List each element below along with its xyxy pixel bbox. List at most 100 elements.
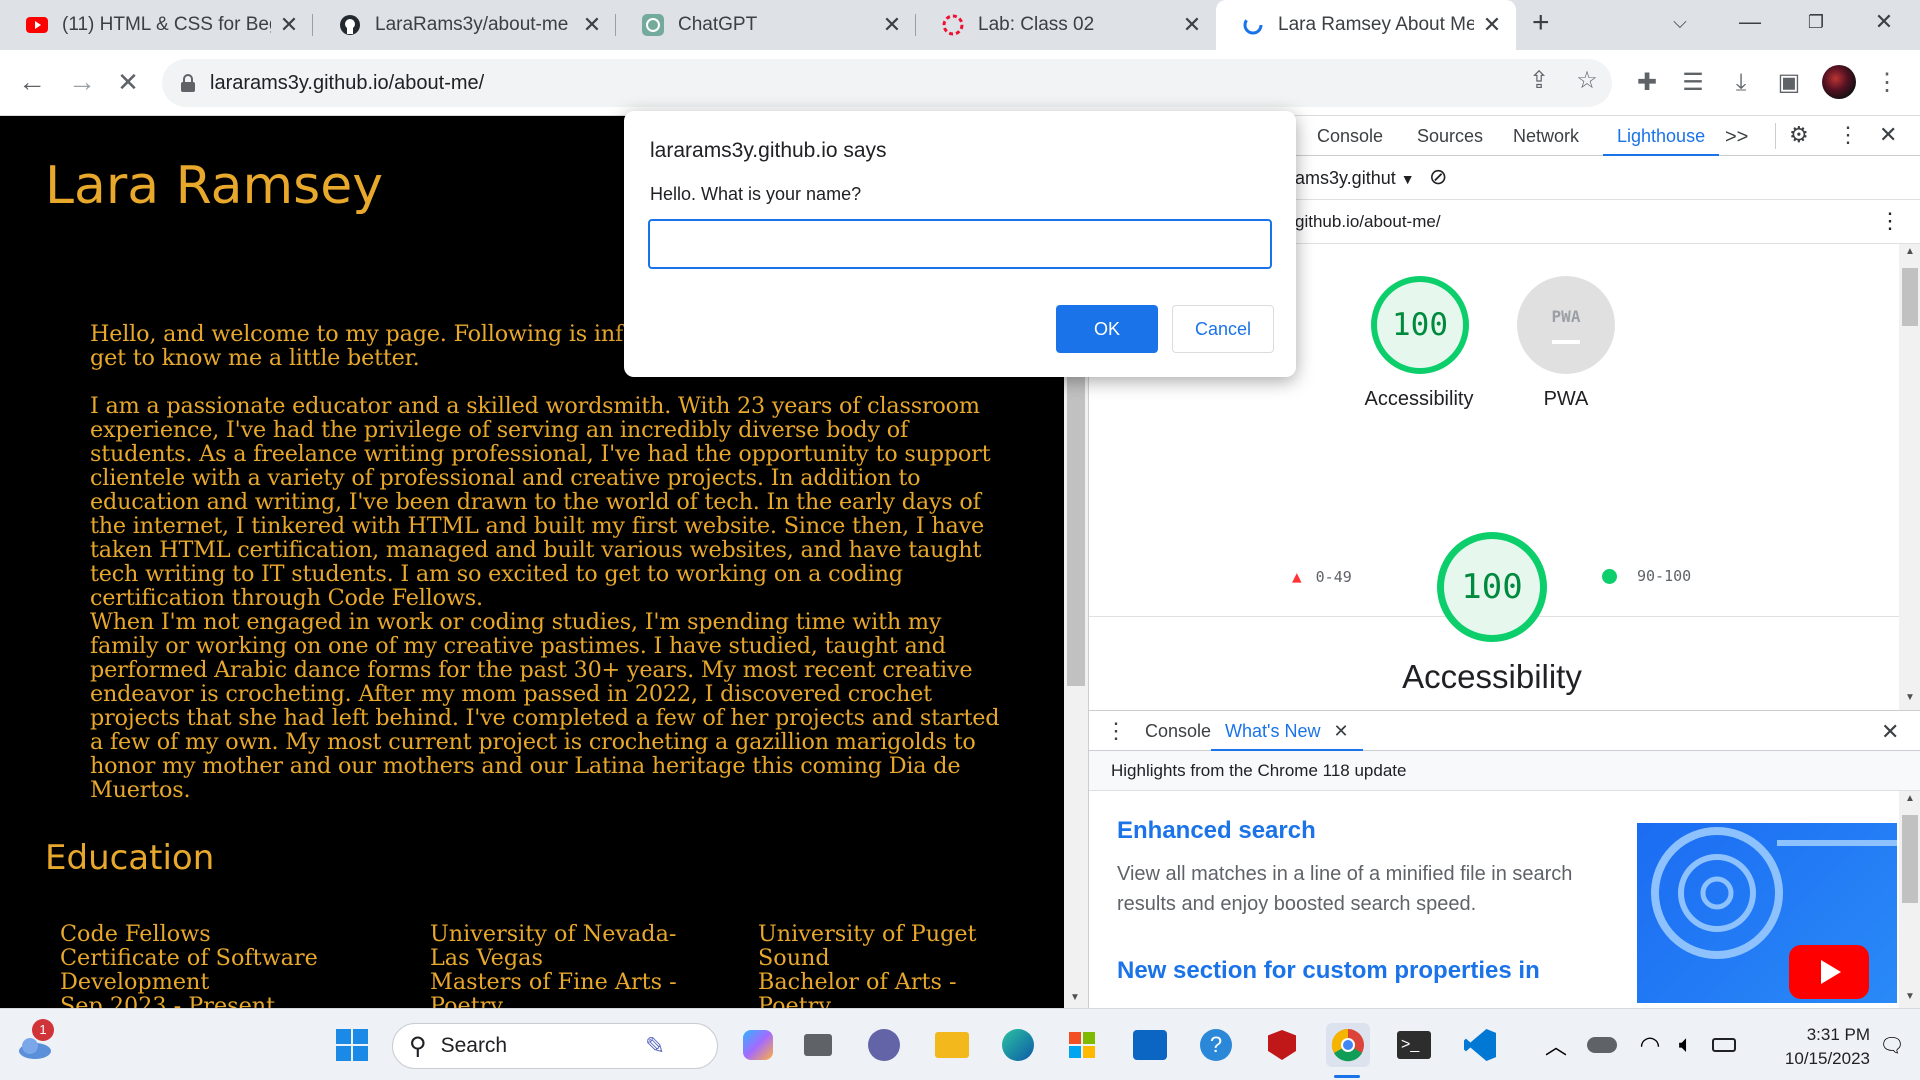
clock-date: 10/15/2023 (1784, 1049, 1870, 1068)
profile-avatar[interactable] (1822, 65, 1856, 99)
scrollbar-thumb[interactable] (1902, 815, 1918, 903)
share-icon[interactable]: ⇪ (1522, 64, 1556, 98)
show-hidden-icons[interactable]: ︿ (1534, 1023, 1578, 1067)
screen: (11) HTML & CSS for Beg ✕ LaraRams3y/abo… (0, 0, 1920, 1080)
devtools-menu-icon[interactable]: ⋮ (1837, 122, 1859, 148)
scroll-up-arrow-icon[interactable]: ▲ (1905, 793, 1915, 804)
scrollbar-thumb[interactable] (1902, 268, 1918, 326)
battery-icon[interactable] (1702, 1023, 1746, 1067)
help-icon[interactable]: ? (1194, 1023, 1238, 1067)
whats-new-header: Highlights from the Chrome 118 update (1089, 751, 1920, 791)
accessibility-score-gauge[interactable]: 100 (1371, 276, 1469, 374)
close-drawer-icon[interactable]: ✕ (1881, 719, 1899, 745)
downloads-icon[interactable]: ⤓ (1724, 66, 1758, 100)
bookmark-star-icon[interactable]: ☆ (1570, 64, 1604, 98)
lighthouse-scrollbar[interactable]: ▲ ▼ (1899, 244, 1920, 710)
menu-kebab-icon[interactable]: ⋮ (1870, 66, 1904, 100)
tab-network[interactable]: Network (1513, 126, 1579, 147)
tab-search-chevron-icon[interactable]: ⌵ (1650, 0, 1710, 50)
mcafee-icon[interactable] (1260, 1023, 1304, 1067)
vscode-icon[interactable] (1458, 1023, 1502, 1067)
chrome-icon[interactable] (1326, 1023, 1370, 1067)
tab-sources[interactable]: Sources (1417, 126, 1483, 147)
dialog-message: Hello. What is your name? (650, 184, 862, 204)
edge-icon[interactable] (996, 1023, 1040, 1067)
scroll-down-arrow-icon[interactable]: ▼ (1905, 692, 1915, 703)
report-selector[interactable]: ams3y.githut ▼ (1295, 168, 1415, 189)
teams-chat-icon[interactable] (862, 1023, 906, 1067)
scroll-down-arrow-icon[interactable]: ▼ (1070, 992, 1080, 1003)
onedrive-icon[interactable] (1580, 1023, 1624, 1067)
close-devtools-icon[interactable]: ✕ (1879, 122, 1897, 148)
stop-loading-button[interactable]: ✕ (108, 62, 148, 102)
education-item: University of Nevada-Las Vegas Masters o… (430, 922, 680, 1008)
tab-chatgpt[interactable]: ChatGPT ✕ (616, 0, 916, 50)
minimize-button[interactable]: — (1720, 0, 1780, 50)
education-item: University of Puget Sound Bachelor of Ar… (758, 922, 998, 1008)
settings-gear-icon[interactable]: ⚙ (1789, 122, 1809, 148)
drawer-scrollbar[interactable]: ▲ ▼ (1899, 791, 1920, 1009)
drawer-tab-whats-new[interactable]: What's New ✕ (1211, 711, 1363, 751)
terminal-icon[interactable]: >_ (1392, 1023, 1436, 1067)
accessibility-main-gauge[interactable]: 100 (1437, 532, 1547, 642)
forward-button[interactable]: → (62, 62, 102, 102)
new-tab-button[interactable]: + (1532, 6, 1550, 40)
restore-button[interactable]: ❐ (1786, 0, 1846, 50)
scroll-down-arrow-icon[interactable]: ▼ (1905, 991, 1915, 1002)
canvas-icon (942, 14, 964, 36)
lock-icon (181, 74, 195, 92)
tab-lab-class[interactable]: Lab: Class 02 ✕ (916, 0, 1216, 50)
name-input[interactable] (648, 219, 1272, 269)
tab-github[interactable]: LaraRams3y/about-me ✕ (313, 0, 616, 50)
tab-title: LaraRams3y/about-me (375, 14, 569, 35)
clear-reports-icon[interactable]: ⊘ (1429, 164, 1447, 190)
copilot-icon[interactable] (736, 1023, 780, 1067)
whats-new-item-title[interactable]: Enhanced search (1117, 817, 1316, 845)
media-controls-icon[interactable]: ☰ (1676, 66, 1710, 100)
close-tab-icon[interactable]: ✕ (1482, 12, 1502, 38)
tab-about-me-active[interactable]: Lara Ramsey About Me P ✕ (1216, 0, 1516, 50)
whats-new-item-title[interactable]: New section for custom properties in (1117, 957, 1540, 985)
drawer-menu-icon[interactable]: ⋮ (1105, 718, 1127, 744)
scrollbar-thumb[interactable] (1067, 366, 1085, 686)
windows-start-icon[interactable] (330, 1023, 374, 1067)
close-window-button[interactable]: ✕ (1854, 0, 1914, 50)
myhp-icon[interactable] (1128, 1023, 1172, 1067)
notification-center-icon[interactable]: 🗨︎ (1870, 1023, 1914, 1067)
accessibility-score-label: Accessibility (1364, 388, 1474, 410)
more-tabs-button[interactable]: >> (1725, 126, 1748, 149)
close-tab-icon[interactable]: ✕ (1182, 12, 1202, 38)
report-url: github.io/about-me/ (1295, 212, 1441, 231)
close-tab-icon[interactable]: ✕ (1333, 721, 1348, 741)
close-tab-icon[interactable]: ✕ (279, 12, 299, 38)
back-button[interactable]: ← (12, 62, 52, 102)
task-view-icon[interactable] (796, 1023, 840, 1067)
accessibility-main-label: Accessibility (1402, 658, 1582, 695)
tab-youtube[interactable]: (11) HTML & CSS for Beg ✕ (0, 0, 313, 50)
microsoft-store-icon[interactable] (1060, 1023, 1104, 1067)
address-bar[interactable]: lararams3y.github.io/about-me/ (162, 59, 1612, 107)
drawer-tab-console[interactable]: Console (1145, 721, 1211, 742)
pwa-icon: PWA (1551, 306, 1581, 326)
close-tab-icon[interactable]: ✕ (582, 12, 602, 38)
scroll-up-arrow-icon[interactable]: ▲ (1905, 246, 1915, 257)
browser-tab-strip: (11) HTML & CSS for Beg ✕ LaraRams3y/abo… (0, 0, 1920, 50)
extensions-puzzle-icon[interactable]: ✚ (1630, 66, 1664, 100)
dropdown-arrow-icon: ▼ (1400, 171, 1415, 187)
report-menu-icon[interactable]: ⋮ (1879, 208, 1901, 234)
green-circle-icon (1602, 568, 1617, 584)
degree-name: Bachelor of Arts - Poetry (758, 969, 957, 1008)
legend-pass: 90-100 (1602, 567, 1691, 585)
pwa-badge-gauge[interactable]: PWA (1517, 276, 1615, 374)
file-explorer-icon[interactable] (930, 1023, 974, 1067)
whats-new-video-thumbnail[interactable] (1637, 823, 1897, 1003)
system-clock[interactable]: 3:31 PM 10/15/2023 (1752, 1023, 1870, 1071)
tab-console[interactable]: Console (1317, 126, 1383, 147)
taskbar-search[interactable]: ⚲ Search ✎ (392, 1023, 718, 1069)
side-panel-icon[interactable]: ▣ (1772, 66, 1806, 100)
youtube-play-icon[interactable] (1789, 945, 1869, 999)
close-tab-icon[interactable]: ✕ (882, 12, 902, 38)
cancel-button[interactable]: Cancel (1172, 305, 1274, 353)
tab-lighthouse[interactable]: Lighthouse (1602, 126, 1720, 156)
ok-button[interactable]: OK (1056, 305, 1158, 353)
